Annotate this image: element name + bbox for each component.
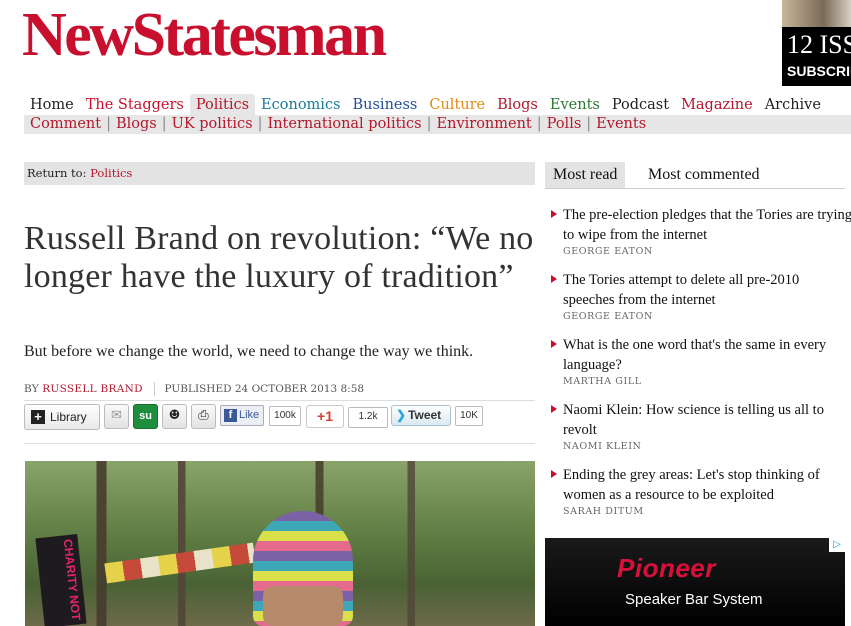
- bullet-arrow-icon: [551, 275, 557, 283]
- google-plus-label: +1: [317, 408, 333, 424]
- most-read-author: GEORGE EATON: [563, 246, 653, 257]
- nav-item-the-staggers[interactable]: The Staggers: [80, 94, 190, 116]
- subscribe-promo[interactable]: 12 ISS SUBSCRIBE: [782, 0, 851, 86]
- sub-nav: Comment | Blogs | UK politics | International …: [24, 115, 851, 134]
- most-read-author: GEORGE EATON: [563, 311, 653, 322]
- most-read-title[interactable]: The Tories attempt to delete all pre-201…: [563, 270, 851, 310]
- email-share-button[interactable]: ✉: [104, 404, 129, 429]
- stumbleupon-share-button[interactable]: su: [133, 404, 158, 429]
- byline-by-label: BY: [24, 383, 39, 395]
- most-read-author: MARTHA GILL: [563, 376, 642, 387]
- tweet-label: Tweet: [408, 408, 442, 422]
- facebook-like-label: Like: [239, 409, 260, 421]
- subnav-item-polls[interactable]: Polls: [547, 116, 582, 132]
- subnav-item-uk-politics[interactable]: UK politics: [172, 116, 253, 132]
- most-read-author: SARAH DITUM: [563, 506, 644, 517]
- breadcrumb-label: Return to:: [27, 166, 87, 180]
- most-read-title[interactable]: Ending the grey areas: Let's stop thinki…: [563, 465, 851, 505]
- article-byline: BY RUSSELL BRAND PUBLISHED 24 OCTOBER 20…: [24, 382, 535, 401]
- bullet-arrow-icon: [551, 470, 557, 478]
- byline-published: PUBLISHED 24 OCTOBER 2013 8:58: [164, 383, 365, 395]
- add-to-library-button[interactable]: + Library: [24, 404, 100, 430]
- tab-most-read[interactable]: Most read: [545, 162, 626, 188]
- google-plus-button[interactable]: +1: [306, 405, 344, 428]
- nav-item-magazine[interactable]: Magazine: [675, 94, 759, 116]
- nav-item-home[interactable]: Home: [24, 94, 80, 116]
- byline-divider: [154, 382, 156, 396]
- sidebar-tabs: Most read Most commented: [545, 162, 845, 189]
- nav-item-business[interactable]: Business: [347, 94, 424, 116]
- article-standfirst: But before we change the world, we need …: [24, 343, 474, 360]
- photo-banner: CHARITY NOT: [35, 534, 87, 626]
- share-bar: + Library ✉ su ☻ ⎙ f Like 100k +1 1.2k ❯ T…: [24, 404, 535, 430]
- breadcrumb: Return to: Politics: [24, 162, 535, 185]
- nav-item-podcast[interactable]: Podcast: [606, 94, 675, 116]
- facebook-icon: f: [224, 409, 237, 422]
- most-read-title[interactable]: What is the one word that's the same in …: [563, 335, 851, 375]
- tab-most-commented[interactable]: Most commented: [640, 162, 768, 188]
- plus-icon: +: [31, 410, 45, 424]
- subnav-item-blogs[interactable]: Blogs: [116, 116, 157, 132]
- nav-item-archive[interactable]: Archive: [759, 94, 827, 116]
- main-nav: Home The Staggers Politics Economics Bus…: [24, 94, 827, 116]
- subnav-item-environment[interactable]: Environment: [437, 116, 532, 132]
- twitter-bird-icon: ❯: [396, 408, 407, 422]
- bullet-arrow-icon: [551, 340, 557, 348]
- promo-cover-image: [782, 0, 851, 27]
- subnav-separator: |: [106, 116, 111, 132]
- print-icon: ⎙: [198, 408, 209, 423]
- photo-face: [263, 586, 343, 626]
- reddit-icon: ☻: [168, 408, 181, 423]
- subnav-item-events[interactable]: Events: [596, 116, 646, 132]
- ad-tagline: Speaker Bar System: [625, 591, 763, 608]
- article-photo: CHARITY NOT: [25, 461, 535, 626]
- subnav-separator: |: [426, 116, 432, 132]
- facebook-like-button[interactable]: f Like: [220, 405, 264, 426]
- site-logo[interactable]: NewStatesman: [22, 2, 387, 68]
- promo-issues-text: 12 ISS: [787, 30, 851, 59]
- nav-item-culture[interactable]: Culture: [423, 94, 491, 116]
- nav-item-events[interactable]: Events: [544, 94, 606, 116]
- tweet-button[interactable]: ❯ Tweet: [391, 405, 451, 426]
- ad-brand: Pioneer: [617, 553, 716, 583]
- advertisement[interactable]: Pioneer Speaker Bar System ▷: [545, 538, 845, 626]
- nav-item-economics[interactable]: Economics: [255, 94, 346, 116]
- most-read-author: NAOMI KLEIN: [563, 441, 642, 452]
- facebook-like-count: 100k: [269, 406, 301, 426]
- google-plus-count: 1.2k: [348, 407, 388, 428]
- bullet-arrow-icon: [551, 405, 557, 413]
- adchoices-icon[interactable]: ▷: [829, 538, 845, 552]
- library-label: Library: [50, 410, 87, 424]
- byline-author-link[interactable]: RUSSELL BRAND: [42, 383, 143, 395]
- stumbleupon-icon: su: [139, 410, 152, 422]
- nav-item-politics[interactable]: Politics: [189, 94, 256, 116]
- subnav-separator: |: [161, 116, 167, 132]
- bullet-arrow-icon: [551, 210, 557, 218]
- subnav-separator: |: [257, 116, 263, 132]
- subnav-item-international-politics[interactable]: International politics: [267, 116, 421, 132]
- tweet-count: 10K: [455, 406, 483, 426]
- most-read-title[interactable]: The pre-election pledges that the Tories…: [563, 205, 851, 245]
- photo-bunting: [104, 542, 256, 584]
- reddit-share-button[interactable]: ☻: [162, 404, 187, 429]
- article-headline: Russell Brand on revolution: “We no long…: [24, 220, 534, 295]
- print-button[interactable]: ⎙: [191, 404, 216, 429]
- email-icon: ✉: [111, 408, 122, 423]
- subnav-item-comment[interactable]: Comment: [30, 116, 101, 132]
- subnav-separator: |: [586, 116, 592, 132]
- divider: [24, 443, 535, 444]
- promo-subscribe-text: SUBSCRIBE: [787, 63, 851, 79]
- nav-item-blogs[interactable]: Blogs: [491, 94, 544, 116]
- breadcrumb-link-politics[interactable]: Politics: [90, 166, 132, 180]
- subnav-separator: |: [536, 116, 542, 132]
- most-read-title[interactable]: Naomi Klein: How science is telling us a…: [563, 400, 851, 440]
